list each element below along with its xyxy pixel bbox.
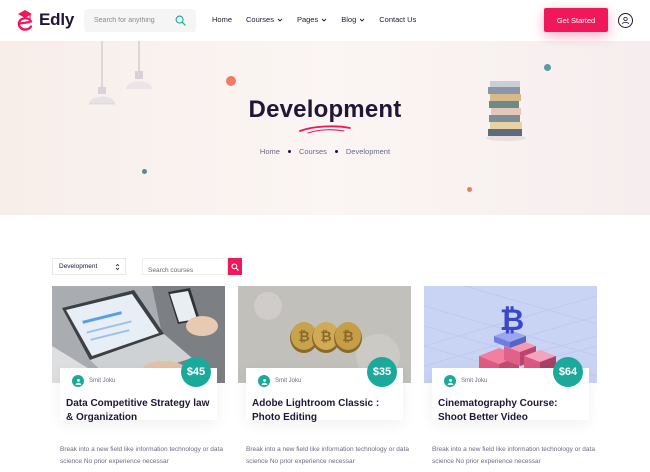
nav-label: Home <box>212 15 233 24</box>
avatar <box>72 375 84 387</box>
lamp-illustration <box>126 41 152 89</box>
user-icon <box>447 378 453 385</box>
course-search-button[interactable] <box>228 258 242 275</box>
svg-text:₿: ₿ <box>320 329 331 345</box>
price-badge: $45 <box>181 357 211 387</box>
nav-label: Blog <box>341 15 357 24</box>
price-badge: $35 <box>367 357 397 387</box>
course-card[interactable]: Smit Joku Data Competitive Strategy law … <box>52 286 225 472</box>
course-description: Break into a new field like information … <box>60 446 223 465</box>
get-started-button[interactable]: Get Started <box>544 8 608 32</box>
user-account-button[interactable] <box>618 13 633 28</box>
search-icon[interactable] <box>175 15 186 26</box>
category-select[interactable]: Development <box>52 258 126 275</box>
author-name: Smit Joku <box>275 378 302 384</box>
logo[interactable]: Edly <box>14 8 74 32</box>
course-description: Break into a new field like information … <box>432 446 595 465</box>
course-author[interactable]: Smit Joku <box>72 375 115 387</box>
decorative-dot <box>544 64 551 71</box>
breadcrumb-separator <box>287 150 291 153</box>
breadcrumb-separator <box>334 150 338 153</box>
decorative-dot <box>226 76 236 86</box>
svg-text:₿: ₿ <box>298 329 309 345</box>
nav-label: Pages <box>296 15 319 24</box>
nav-blog[interactable]: Blog <box>341 15 365 24</box>
decorative-dot <box>467 187 472 192</box>
page-title: Development <box>248 96 402 123</box>
svg-text:₿: ₿ <box>342 329 353 345</box>
course-title[interactable]: Adobe Lightroom Classic : Photo Editing <box>252 397 402 425</box>
user-icon <box>75 378 81 385</box>
decorative-dot <box>142 169 147 174</box>
user-icon <box>261 378 267 385</box>
site-header: Edly Home Courses Pages Blog Contact Us … <box>0 0 650 41</box>
title-underline-decoration <box>299 125 351 134</box>
select-arrows-icon <box>115 263 120 271</box>
logo-text: Edly <box>39 10 75 29</box>
course-search <box>142 258 228 278</box>
avatar <box>258 375 270 387</box>
header-search <box>84 9 196 32</box>
nav-courses[interactable]: Courses <box>246 15 283 24</box>
nav-label: Courses <box>246 15 274 24</box>
author-name: Smit Joku <box>89 378 116 384</box>
svg-text:₿: ₿ <box>500 303 524 338</box>
breadcrumb: Home Courses Development <box>0 147 650 156</box>
nav-label: Contact Us <box>379 15 417 24</box>
breadcrumb-home[interactable]: Home <box>260 147 280 156</box>
nav-home[interactable]: Home <box>212 15 232 24</box>
page-banner: Development Home Courses Development <box>0 41 650 215</box>
logo-icon <box>17 10 33 31</box>
breadcrumb-courses[interactable]: Courses <box>299 147 327 156</box>
course-title[interactable]: Data Competitive Strategy law & Organiza… <box>66 397 216 425</box>
category-select-value: Development <box>59 263 98 270</box>
search-input[interactable] <box>84 17 170 24</box>
course-title[interactable]: Cinematography Course: Shoot Better Vide… <box>438 397 588 425</box>
price-badge: $64 <box>553 357 583 387</box>
main-nav: Home Courses Pages Blog Contact Us <box>212 15 430 24</box>
course-card[interactable]: ₿ ₿ ₿ Smit Joku Adobe Lightroom Classic … <box>238 286 411 472</box>
chevron-down-icon <box>277 18 283 22</box>
course-author[interactable]: Smit Joku <box>258 375 301 387</box>
author-name: Smit Joku <box>461 378 488 384</box>
nav-pages[interactable]: Pages <box>297 15 327 24</box>
user-icon <box>621 16 630 25</box>
avatar <box>444 375 456 387</box>
course-search-input[interactable] <box>143 263 223 278</box>
course-description: Break into a new field like information … <box>246 446 409 465</box>
course-author[interactable]: Smit Joku <box>444 375 487 387</box>
search-icon <box>231 262 239 271</box>
chevron-down-icon <box>359 18 365 22</box>
breadcrumb-current: Development <box>345 147 391 156</box>
nav-contact[interactable]: Contact Us <box>379 15 416 24</box>
course-card[interactable]: ₿ Smit Joku Cinematography Course: Shoot… <box>424 286 597 472</box>
chevron-down-icon <box>321 18 327 22</box>
